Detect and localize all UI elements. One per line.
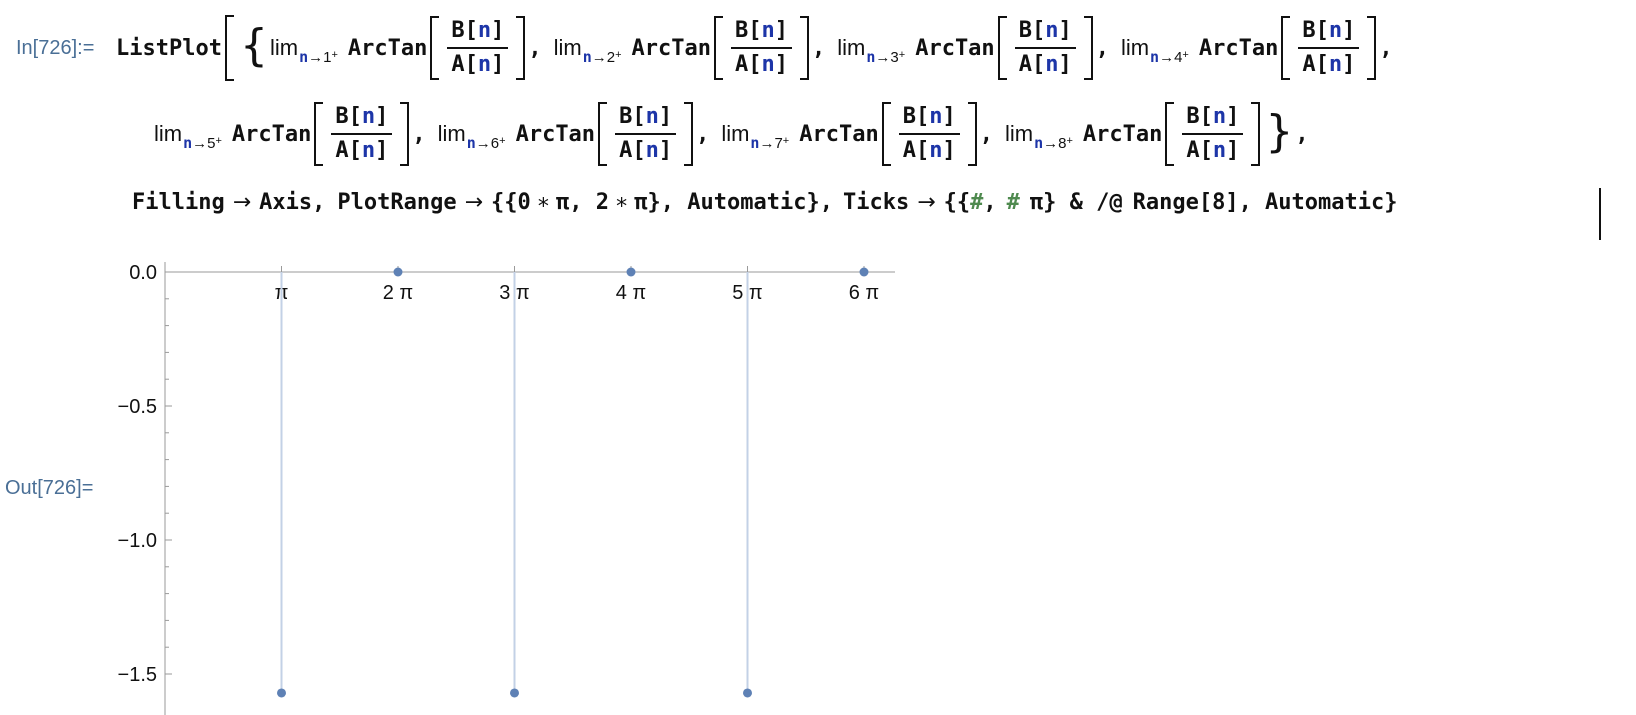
x-tick-label: 2 π bbox=[383, 282, 413, 304]
data-point bbox=[859, 267, 869, 277]
x-tick-label: 6 π bbox=[849, 282, 879, 304]
y-tick-label: −0.5 bbox=[118, 396, 157, 418]
data-point bbox=[743, 688, 752, 698]
data-point bbox=[393, 267, 403, 277]
y-tick-label: −1.5 bbox=[118, 664, 157, 686]
data-point bbox=[626, 267, 636, 277]
x-tick-label: 4 π bbox=[616, 282, 646, 304]
list-plot[interactable]: 0.0−0.5−1.0−1.5π2 π3 π4 π5 π6 π bbox=[0, 0, 1636, 715]
y-tick-label: 0.0 bbox=[129, 262, 157, 284]
data-point bbox=[277, 688, 286, 698]
y-tick-label: −1.0 bbox=[118, 530, 157, 552]
data-point bbox=[510, 688, 519, 698]
